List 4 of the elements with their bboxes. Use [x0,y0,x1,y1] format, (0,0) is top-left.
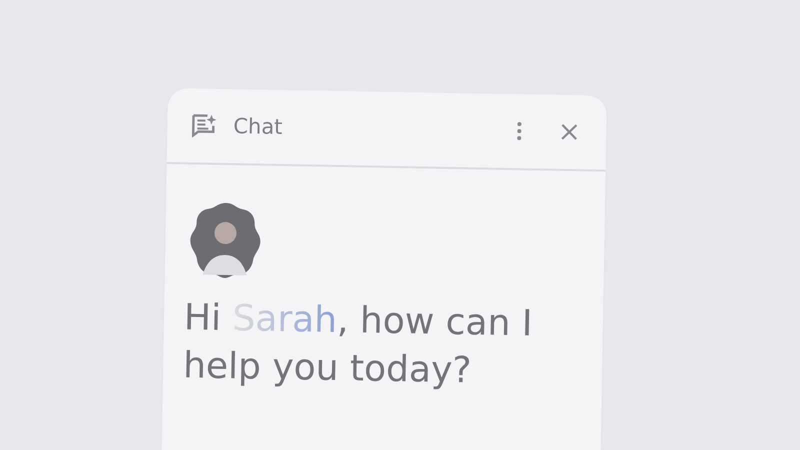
close-icon [560,122,578,142]
more-vertical-icon [516,121,522,142]
chat-sparkle-icon [191,113,218,138]
panel-title: Chat [233,114,283,139]
